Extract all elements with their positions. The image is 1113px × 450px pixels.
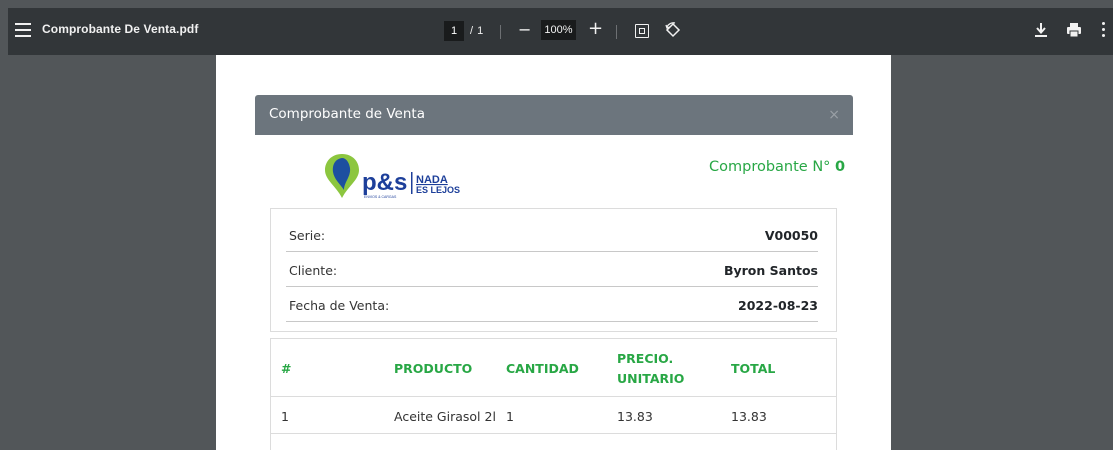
rotate-icon[interactable] [664, 21, 682, 39]
info-label: Serie: [289, 228, 326, 243]
page-separator: / [470, 25, 474, 37]
table-header-divider [271, 396, 836, 397]
toolbar-divider [616, 25, 617, 39]
table-cell-number: 1 [281, 409, 289, 424]
column-header-cantidad: CANTIDAD [506, 361, 579, 376]
print-icon[interactable] [1066, 22, 1082, 38]
document-title: Comprobante De Venta.pdf [42, 22, 199, 36]
zoom-in-button[interactable]: + [588, 18, 603, 40]
page-number-input[interactable]: 1 [444, 21, 464, 41]
comprobante-value: 0 [835, 159, 846, 175]
svg-text:ENVIOS & CARGAS: ENVIOS & CARGAS [364, 195, 397, 199]
zoom-out-button[interactable]: − [518, 20, 531, 40]
info-label: Fecha de Venta: [289, 298, 390, 313]
toolbar-divider [500, 25, 501, 39]
sale-info-box: Serie: V00050 Cliente: Byron Santos Fech… [270, 208, 837, 332]
info-row-fecha: Fecha de Venta: 2022-08-23 [286, 287, 818, 322]
pdf-toolbar: Comprobante De Venta.pdf 1 / 1 − 100% + [8, 8, 1113, 55]
info-row-serie: Serie: V00050 [286, 217, 818, 252]
column-header-total: TOTAL [731, 361, 776, 376]
table-cell-precio: 13.83 [617, 409, 653, 424]
info-value: Byron Santos [723, 263, 818, 278]
column-header-unitario: UNITARIO [617, 371, 685, 386]
page-total: 1 [477, 25, 484, 37]
table-cell-cantidad: 1 [506, 409, 514, 424]
page-selector: 1 / 1 [444, 20, 483, 42]
table-cell-total: 13.83 [731, 409, 767, 424]
column-header-producto: PRODUCTO [394, 361, 473, 376]
info-label: Cliente: [289, 263, 338, 278]
svg-text:p&s: p&s [362, 169, 407, 196]
table-cell-producto: Aceite Girasol 2l [394, 409, 496, 424]
table-row-divider [271, 433, 836, 434]
download-icon[interactable] [1034, 22, 1048, 38]
comprobante-label: Comprobante N° [709, 159, 831, 175]
column-header-number: # [281, 361, 292, 376]
company-logo: p&s NADA ES LEJOS ENVIOS & CARGAS [325, 154, 460, 199]
modal-title: Comprobante de Venta [269, 106, 425, 122]
pdf-page: Comprobante de Venta × p&s NADA ES LEJOS… [216, 55, 891, 450]
svg-text:ES LEJOS: ES LEJOS [416, 185, 460, 195]
close-icon[interactable]: × [828, 107, 840, 123]
info-row-cliente: Cliente: Byron Santos [286, 252, 818, 287]
comprobante-number: Comprobante N° 0 [709, 159, 845, 175]
more-options-icon[interactable] [1102, 22, 1106, 38]
column-header-precio: PRECIO. [617, 351, 674, 366]
products-table: # PRODUCTO CANTIDAD PRECIO. UNITARIO TOT… [270, 338, 837, 450]
fit-to-page-icon[interactable] [635, 24, 649, 38]
info-value: V00050 [764, 228, 818, 243]
info-value: 2022-08-23 [738, 298, 818, 313]
zoom-level-input[interactable]: 100% [541, 20, 576, 40]
menu-icon[interactable] [15, 23, 31, 39]
modal-header: Comprobante de Venta × [255, 95, 853, 135]
